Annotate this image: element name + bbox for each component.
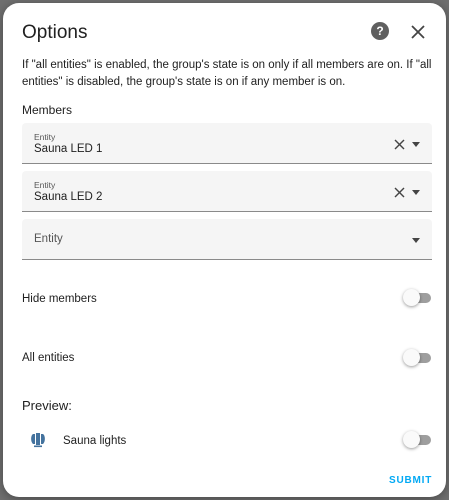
dialog-title: Options <box>22 22 88 43</box>
dropdown-arrow-icon[interactable] <box>412 238 420 243</box>
entity-field-1[interactable]: Entity Sauna LED 1 <box>22 123 432 164</box>
entity-field-label: Entity <box>34 180 56 190</box>
clear-icon[interactable] <box>394 139 405 150</box>
hide-members-toggle[interactable] <box>403 288 433 308</box>
entity-field-empty[interactable]: Entity <box>22 219 432 260</box>
all-entities-toggle[interactable] <box>403 348 433 368</box>
entity-field-value: Sauna LED 2 <box>34 191 103 203</box>
submit-button[interactable]: SUBMIT <box>389 475 432 486</box>
entity-field-value: Sauna LED 1 <box>34 143 103 155</box>
hide-members-label: Hide members <box>22 293 97 305</box>
entity-field-placeholder: Entity <box>34 233 63 245</box>
clear-icon[interactable] <box>394 187 405 198</box>
light-group-icon[interactable] <box>29 432 47 448</box>
all-entities-label: All entities <box>22 352 75 364</box>
toggle-thumb <box>403 289 420 306</box>
entity-field-2[interactable]: Entity Sauna LED 2 <box>22 171 432 212</box>
entity-field-label: Entity <box>34 132 56 142</box>
help-icon[interactable]: ? <box>371 22 389 40</box>
dropdown-arrow-icon[interactable] <box>412 142 420 147</box>
dropdown-arrow-icon[interactable] <box>412 190 420 195</box>
preview-entity-name: Sauna lights <box>63 435 127 447</box>
preview-entity-toggle[interactable] <box>403 430 433 450</box>
description-text: If "all entities" is enabled, the group'… <box>22 59 432 88</box>
toggle-thumb <box>403 349 420 366</box>
close-icon[interactable] <box>410 24 426 40</box>
options-dialog: Options ? If "all entities" is enabled, … <box>3 3 446 497</box>
toggle-thumb <box>403 431 420 448</box>
members-label: Members <box>22 103 73 117</box>
preview-label: Preview: <box>22 398 72 413</box>
